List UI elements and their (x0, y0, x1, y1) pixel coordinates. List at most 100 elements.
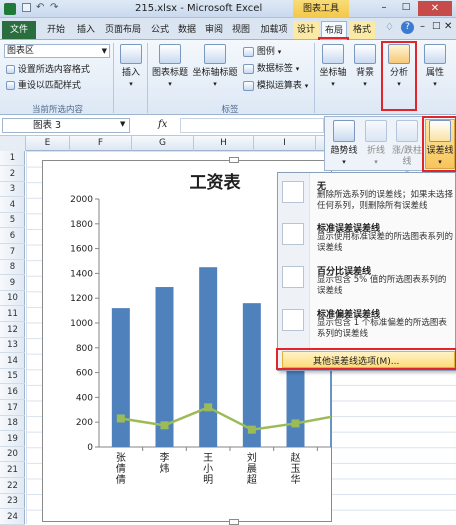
reset-style-button[interactable]: 重设以匹配样式 (6, 78, 116, 91)
data-table-label: 模拟运算表 (256, 81, 302, 91)
legend-button[interactable]: 图例 ▾ (243, 44, 309, 57)
menu-item-description: 显示使用标准误差的所选图表系列的误差线 (317, 232, 454, 253)
tab-formulas[interactable]: 公式 (147, 21, 173, 39)
row-header[interactable]: 21 (0, 463, 25, 478)
tab-review[interactable]: 审阅 (201, 21, 227, 39)
row-header[interactable]: 22 (0, 479, 25, 494)
name-box[interactable]: 图表 3 (2, 118, 130, 133)
error-bars-highlight (422, 116, 456, 172)
ribbon-tabs: 文件 开始 插入 页面布局 公式 数据 审阅 视图 加载项 设计 布局 格式 ♢… (0, 18, 456, 58)
standard-error-icon (282, 223, 304, 245)
x-tick-label: 赵 (291, 451, 301, 464)
column-header[interactable]: F (70, 136, 132, 151)
formula-input[interactable] (180, 118, 324, 133)
data-labels-button[interactable]: 数据标签 ▾ (243, 61, 313, 74)
row-header[interactable]: 2 (0, 167, 25, 182)
column-header[interactable]: I (254, 136, 316, 151)
tab-page-layout[interactable]: 页面布局 (101, 21, 145, 39)
trendline-label: 趋势线 (330, 146, 358, 156)
resize-handle-bottom[interactable] (229, 519, 239, 525)
tab-format[interactable]: 格式 (349, 21, 375, 39)
maximize-button[interactable]: □ (396, 2, 416, 15)
row-header[interactable]: 17 (0, 401, 25, 416)
row-header[interactable]: 10 (0, 291, 25, 307)
axes-button[interactable]: 坐标轴 ▾ (317, 44, 349, 90)
insert-function-icon[interactable]: fx (158, 119, 167, 130)
ribbon-collapse-icon[interactable]: ♢ (385, 22, 394, 33)
row-header[interactable]: 7 (0, 245, 25, 260)
row-header[interactable]: 8 (0, 260, 25, 276)
redo-icon[interactable]: ↷ (50, 2, 58, 13)
chart-title-button[interactable]: 图表标题 ▾ (150, 44, 190, 90)
row-header[interactable]: 16 (0, 385, 25, 400)
resize-handle-top[interactable] (229, 157, 239, 163)
tab-home[interactable]: 开始 (41, 21, 71, 39)
row-header[interactable]: 19 (0, 432, 25, 447)
standard-deviation-icon (282, 309, 304, 331)
row-header[interactable]: 6 (0, 229, 25, 244)
row-header[interactable]: 18 (0, 416, 25, 432)
workbook-close-button[interactable]: ✕ (444, 21, 452, 32)
column-header[interactable]: G (132, 136, 194, 151)
row-header[interactable]: 15 (0, 369, 25, 385)
x-tick-label: 玉 (291, 464, 301, 475)
ribbon-separator (147, 43, 148, 113)
tab-view[interactable]: 视图 (228, 21, 254, 39)
row-header[interactable]: 20 (0, 447, 25, 463)
save-icon[interactable] (22, 3, 31, 12)
insert-button[interactable]: 插入 ▾ (117, 44, 145, 90)
tab-file[interactable]: 文件 (2, 21, 36, 39)
reset-style-label: 重设以匹配样式 (17, 81, 81, 91)
data-table-button[interactable]: 模拟运算表 ▾ (243, 78, 317, 91)
column-header[interactable]: E (26, 136, 70, 151)
lines-button[interactable]: 折线 ▾ (363, 120, 389, 168)
menu-item-description: 删除所选系列的误差线；如果未选择任何系列，则删除所有误差线 (317, 190, 454, 211)
chart-element-selector[interactable]: 图表区 ▼ (4, 44, 110, 58)
workbook-restore-button[interactable]: □ (432, 21, 441, 31)
select-all-corner[interactable] (0, 136, 26, 151)
tab-addins[interactable]: 加载项 (256, 21, 292, 39)
error-bars-menu: 无 删除所选系列的误差线；如果未选择任何系列，则删除所有误差线 标准误差误差线 … (276, 172, 456, 371)
menu-item-standard-deviation[interactable]: 标准偏差误差线 显示包含 1 个标准偏差的所选图表系列的误差线 (278, 307, 456, 349)
properties-button[interactable]: 属性 ▾ (420, 44, 450, 90)
row-header[interactable]: 3 (0, 182, 25, 198)
chart-tools-label: 图表工具 (293, 0, 349, 18)
row-header[interactable]: 9 (0, 276, 25, 291)
no-error-bars-icon (282, 181, 304, 203)
row-header[interactable]: 24 (0, 510, 25, 525)
column-header[interactable]: H (194, 136, 254, 151)
menu-item-none[interactable]: 无 删除所选系列的误差线；如果未选择任何系列，则删除所有误差线 (278, 179, 456, 221)
tab-data[interactable]: 数据 (174, 21, 200, 39)
row-header[interactable]: 1 (0, 151, 25, 166)
up-down-bars-button[interactable]: 涨/跌柱线▾ (391, 120, 423, 179)
group-current-selection-label: 当前所选内容 (31, 105, 83, 115)
row-header[interactable]: 13 (0, 338, 25, 354)
name-box-chevron-icon[interactable]: ▼ (120, 120, 125, 128)
data-labels-label: 数据标签 (256, 64, 293, 74)
chart-title[interactable]: 工资表 (190, 172, 242, 193)
undo-icon[interactable]: ↶ (36, 2, 44, 13)
menu-item-description: 显示包含 5% 值的所选图表系列的误差线 (317, 275, 447, 296)
menu-item-description: 显示包含 1 个标准偏差的所选图表系列的误差线 (317, 318, 447, 339)
menu-item-percentage[interactable]: 百分比误差线 显示包含 5% 值的所选图表系列的误差线 (278, 264, 456, 306)
help-icon[interactable]: ? (401, 21, 414, 34)
axes-label: 坐标轴 (319, 68, 347, 78)
row-header[interactable]: 14 (0, 354, 25, 369)
row-header[interactable]: 23 (0, 494, 25, 510)
axis-title-button[interactable]: 坐标轴标题 ▾ (191, 44, 239, 90)
close-button[interactable]: ✕ (418, 1, 452, 16)
menu-item-standard-error[interactable]: 标准误差误差线 显示使用标准误差的所选图表系列的误差线 (278, 221, 456, 263)
row-header[interactable]: 4 (0, 198, 25, 213)
y-tick-label: 600 (76, 369, 93, 379)
tab-insert[interactable]: 插入 (73, 21, 99, 39)
background-button[interactable]: 背景 ▾ (351, 44, 379, 90)
row-header[interactable]: 11 (0, 307, 25, 322)
row-header[interactable]: 12 (0, 323, 25, 338)
format-selection-button[interactable]: 设置所选内容格式 (6, 62, 116, 75)
tab-design[interactable]: 设计 (293, 21, 319, 39)
workbook-minimize-button[interactable]: – (420, 21, 425, 32)
y-tick-label: 400 (76, 393, 93, 403)
minimize-button[interactable]: – (374, 2, 394, 15)
row-header[interactable]: 5 (0, 213, 25, 229)
trendline-button[interactable]: 趋势线 ▾ (327, 120, 361, 168)
